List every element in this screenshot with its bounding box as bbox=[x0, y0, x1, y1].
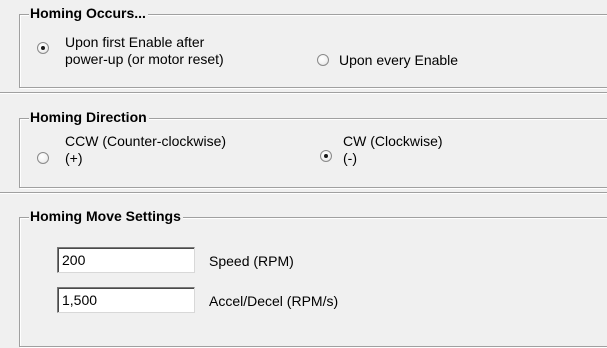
homing-direction-section: Homing Direction CCW (Counter-clockwise)… bbox=[0, 94, 607, 192]
accel-decel-label: Accel/Decel (RPM/s) bbox=[209, 293, 339, 309]
radio-button-every-enable[interactable] bbox=[317, 54, 329, 66]
radio-label-cw-line1: CW (Clockwise) bbox=[343, 133, 443, 149]
radio-upon-first-enable[interactable]: Upon first Enable after power-up (or mot… bbox=[37, 34, 224, 68]
radio-cw[interactable]: CW (Clockwise) (-) bbox=[320, 133, 443, 167]
homing-occurs-title: Homing Occurs... bbox=[29, 5, 148, 21]
radio-upon-every-enable[interactable]: Upon every Enable bbox=[317, 52, 458, 69]
radio-label-cw: CW (Clockwise) (-) bbox=[343, 133, 443, 167]
radio-label-ccw: CCW (Counter-clockwise) (+) bbox=[65, 133, 226, 167]
radio-button-ccw[interactable] bbox=[37, 152, 49, 164]
homing-occurs-section: Homing Occurs... Upon first Enable after… bbox=[0, 0, 607, 92]
radio-button-first-enable[interactable] bbox=[37, 42, 49, 54]
homing-move-title: Homing Move Settings bbox=[29, 208, 183, 224]
accel-decel-input[interactable] bbox=[57, 287, 195, 313]
radio-label-ccw-line1: CCW (Counter-clockwise) bbox=[65, 133, 227, 149]
radio-label-first-enable-line1: Upon first Enable after bbox=[65, 34, 205, 50]
radio-button-cw[interactable] bbox=[320, 150, 332, 162]
speed-label: Speed (RPM) bbox=[209, 253, 294, 269]
homing-settings-page: { "homing_occurs": { "title": "Homing Oc… bbox=[0, 0, 607, 348]
radio-label-first-enable: Upon first Enable after power-up (or mot… bbox=[65, 34, 224, 68]
homing-move-section: Homing Move Settings Speed (RPM) Accel/D… bbox=[0, 194, 607, 348]
radio-ccw[interactable]: CCW (Counter-clockwise) (+) bbox=[37, 133, 226, 167]
radio-label-cw-line2: (-) bbox=[343, 150, 357, 166]
radio-label-first-enable-line2: power-up (or motor reset) bbox=[65, 51, 224, 67]
radio-label-ccw-line2: (+) bbox=[65, 150, 83, 166]
speed-input[interactable] bbox=[57, 247, 195, 273]
homing-move-groupbox bbox=[19, 217, 607, 347]
radio-label-every-enable: Upon every Enable bbox=[339, 52, 459, 68]
homing-direction-title: Homing Direction bbox=[29, 109, 149, 125]
